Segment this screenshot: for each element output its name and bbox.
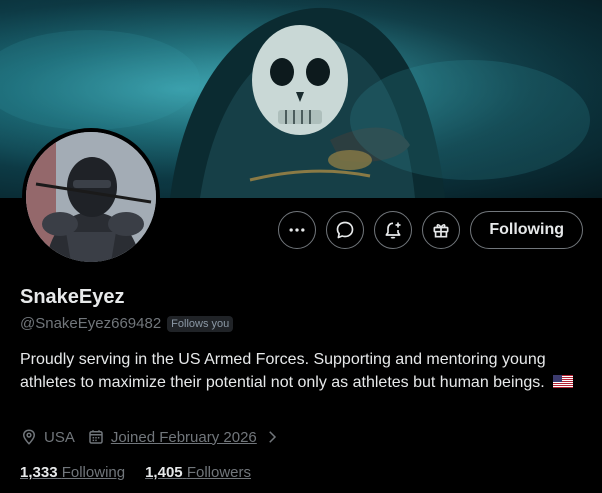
following-label: Following: [61, 464, 126, 481]
followers-stat[interactable]: 1,405 Followers: [145, 464, 251, 481]
avatar-ninja-image: [26, 132, 156, 262]
us-flag-icon: [553, 375, 574, 388]
bio: Proudly serving in the US Armed Forces. …: [20, 348, 580, 394]
notification-add-icon: [385, 222, 401, 239]
gift-icon: [433, 224, 449, 238]
bio-text: Proudly serving in the US Armed Forces. …: [20, 351, 546, 391]
notification-button[interactable]: [374, 211, 413, 249]
handle-row: @SnakeEyez669482 Follows you: [20, 315, 234, 332]
calendar-icon: [89, 430, 103, 444]
following-stat[interactable]: 1,333 Following: [20, 464, 125, 481]
location: USA: [20, 428, 75, 446]
handle: @SnakeEyez669482: [20, 315, 162, 332]
profile-actions: Following: [278, 211, 583, 249]
followers-count: 1,405: [145, 464, 183, 481]
follows-you-badge: Follows you: [167, 315, 234, 332]
joined-date[interactable]: Joined February 2026: [87, 428, 281, 446]
message-button[interactable]: [326, 211, 365, 249]
more-icon: [289, 228, 305, 232]
gift-button[interactable]: [422, 211, 461, 249]
follow-stats: 1,333 Following 1,405 Followers: [20, 464, 251, 481]
joined-text[interactable]: Joined February 2026: [111, 429, 257, 446]
chevron-right-icon[interactable]: [263, 428, 281, 446]
followers-label: Followers: [186, 464, 251, 481]
location-text: USA: [44, 428, 75, 446]
profile-meta: USA Joined February 2026: [20, 428, 293, 446]
location-icon: [22, 429, 36, 445]
following-button[interactable]: Following: [470, 211, 583, 249]
more-button[interactable]: [278, 211, 317, 249]
message-icon: [337, 221, 354, 239]
avatar[interactable]: [22, 128, 160, 266]
display-name: SnakeEyez: [20, 286, 125, 308]
following-count: 1,333: [20, 464, 58, 481]
